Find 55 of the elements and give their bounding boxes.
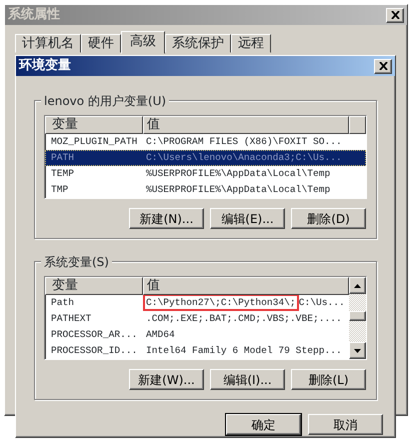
close-icon xyxy=(378,62,388,70)
group-label: 系统变量(S) xyxy=(41,253,112,271)
table-cell-text: PATH xyxy=(50,151,76,165)
table-cell-text: MOZ_PLUGIN_PATH xyxy=(50,135,138,149)
column-header[interactable]: 变量 xyxy=(45,277,143,295)
table-row[interactable]: PATH C:\Users\lenovo\Anaconda3;C:\Us... xyxy=(45,150,366,166)
close-button[interactable] xyxy=(374,58,392,74)
close-button[interactable] xyxy=(386,8,404,22)
table-row[interactable]: Path C:\Python27\;C:\Python34\; C:\Us... xyxy=(45,295,349,311)
table-cell-text: TEMP xyxy=(50,167,76,181)
table-cell-text: TMP xyxy=(50,183,70,197)
table-cell: C:\Python27\;C:\Python34\; C:\Us... xyxy=(143,295,349,311)
table-cell-text: Intel64 Family 6 Model 79 Stepp... xyxy=(145,344,343,358)
dialog-title: 环境变量 xyxy=(19,56,71,76)
table-row[interactable]: PROCESSOR_ID... Intel64 Family 6 Model 79 Stepp... xyxy=(45,343,349,359)
table-cell-text: C:\Users\lenovo\Anaconda3;C:\Us... xyxy=(145,151,343,165)
cancel-button[interactable]: 取消 xyxy=(308,414,383,435)
close-icon xyxy=(390,11,400,19)
table-row[interactable]: PROCESSOR_AR... AMD64 xyxy=(45,327,349,343)
tab[interactable]: 计算机名 xyxy=(15,34,81,53)
push-button[interactable]: 编辑(I)... xyxy=(210,369,285,390)
scrollbar[interactable] xyxy=(349,277,366,359)
tab[interactable]: 远程 xyxy=(231,34,271,53)
table-cell-text: Path xyxy=(50,296,76,310)
table-row[interactable]: MOZ_PLUGIN_PATH C:\PROGRAM FILES (X86)\FOXIT SO... xyxy=(45,134,366,150)
tab[interactable]: 硬件 xyxy=(81,34,121,53)
up-arrow-icon xyxy=(354,284,361,288)
column-header[interactable]: 值 xyxy=(143,116,349,134)
table-row[interactable]: TEMP %USERPROFILE%\AppData\Local\Temp xyxy=(45,166,366,182)
table-row[interactable]: TMP %USERPROFILE%\AppData\Local\Temp xyxy=(45,182,366,198)
table-row[interactable]: PATHEXT .COM;.EXE;.BAT;.CMD;.VBS;.VBE;.... xyxy=(45,311,349,327)
push-button[interactable]: 删除(D) xyxy=(291,208,366,229)
scroll-thumb[interactable] xyxy=(349,311,366,321)
column-header[interactable]: 变量 xyxy=(45,116,143,134)
push-button[interactable]: 新建(W)... xyxy=(129,369,204,390)
table-cell-text: PROCESSOR_ID... xyxy=(50,344,138,358)
group-label: lenovo 的用户变量(U) xyxy=(41,92,170,110)
table-cell-text: %USERPROFILE%\AppData\Local\Temp xyxy=(145,183,332,197)
table-cell-text: C:\PROGRAM FILES (X86)\FOXIT SO... xyxy=(145,135,343,149)
tab[interactable]: 系统保护 xyxy=(165,34,231,53)
tab[interactable]: 高级 xyxy=(121,31,165,54)
push-button[interactable]: 编辑(E)... xyxy=(210,208,285,229)
table-cell-text: PATHEXT xyxy=(50,312,92,326)
push-button[interactable]: 删除(L) xyxy=(291,369,366,390)
scroll-down-button[interactable] xyxy=(349,342,366,359)
table-cell-text: %USERPROFILE%\AppData\Local\Temp xyxy=(145,167,332,181)
push-button[interactable]: 新建(N)... xyxy=(129,208,204,229)
table-cell-text: PROCESSOR_AR... xyxy=(50,328,138,342)
column-header[interactable]: 值 xyxy=(143,277,349,295)
scroll-up-button[interactable] xyxy=(349,277,366,294)
ok-button[interactable]: 确定 xyxy=(226,414,301,435)
table-cell-text: .COM;.EXE;.BAT;.CMD;.VBS;.VBE;.... xyxy=(145,312,343,326)
down-arrow-icon xyxy=(354,348,361,352)
window-title: 系统属性 xyxy=(8,6,60,24)
table-cell-text: AMD64 xyxy=(145,328,176,342)
